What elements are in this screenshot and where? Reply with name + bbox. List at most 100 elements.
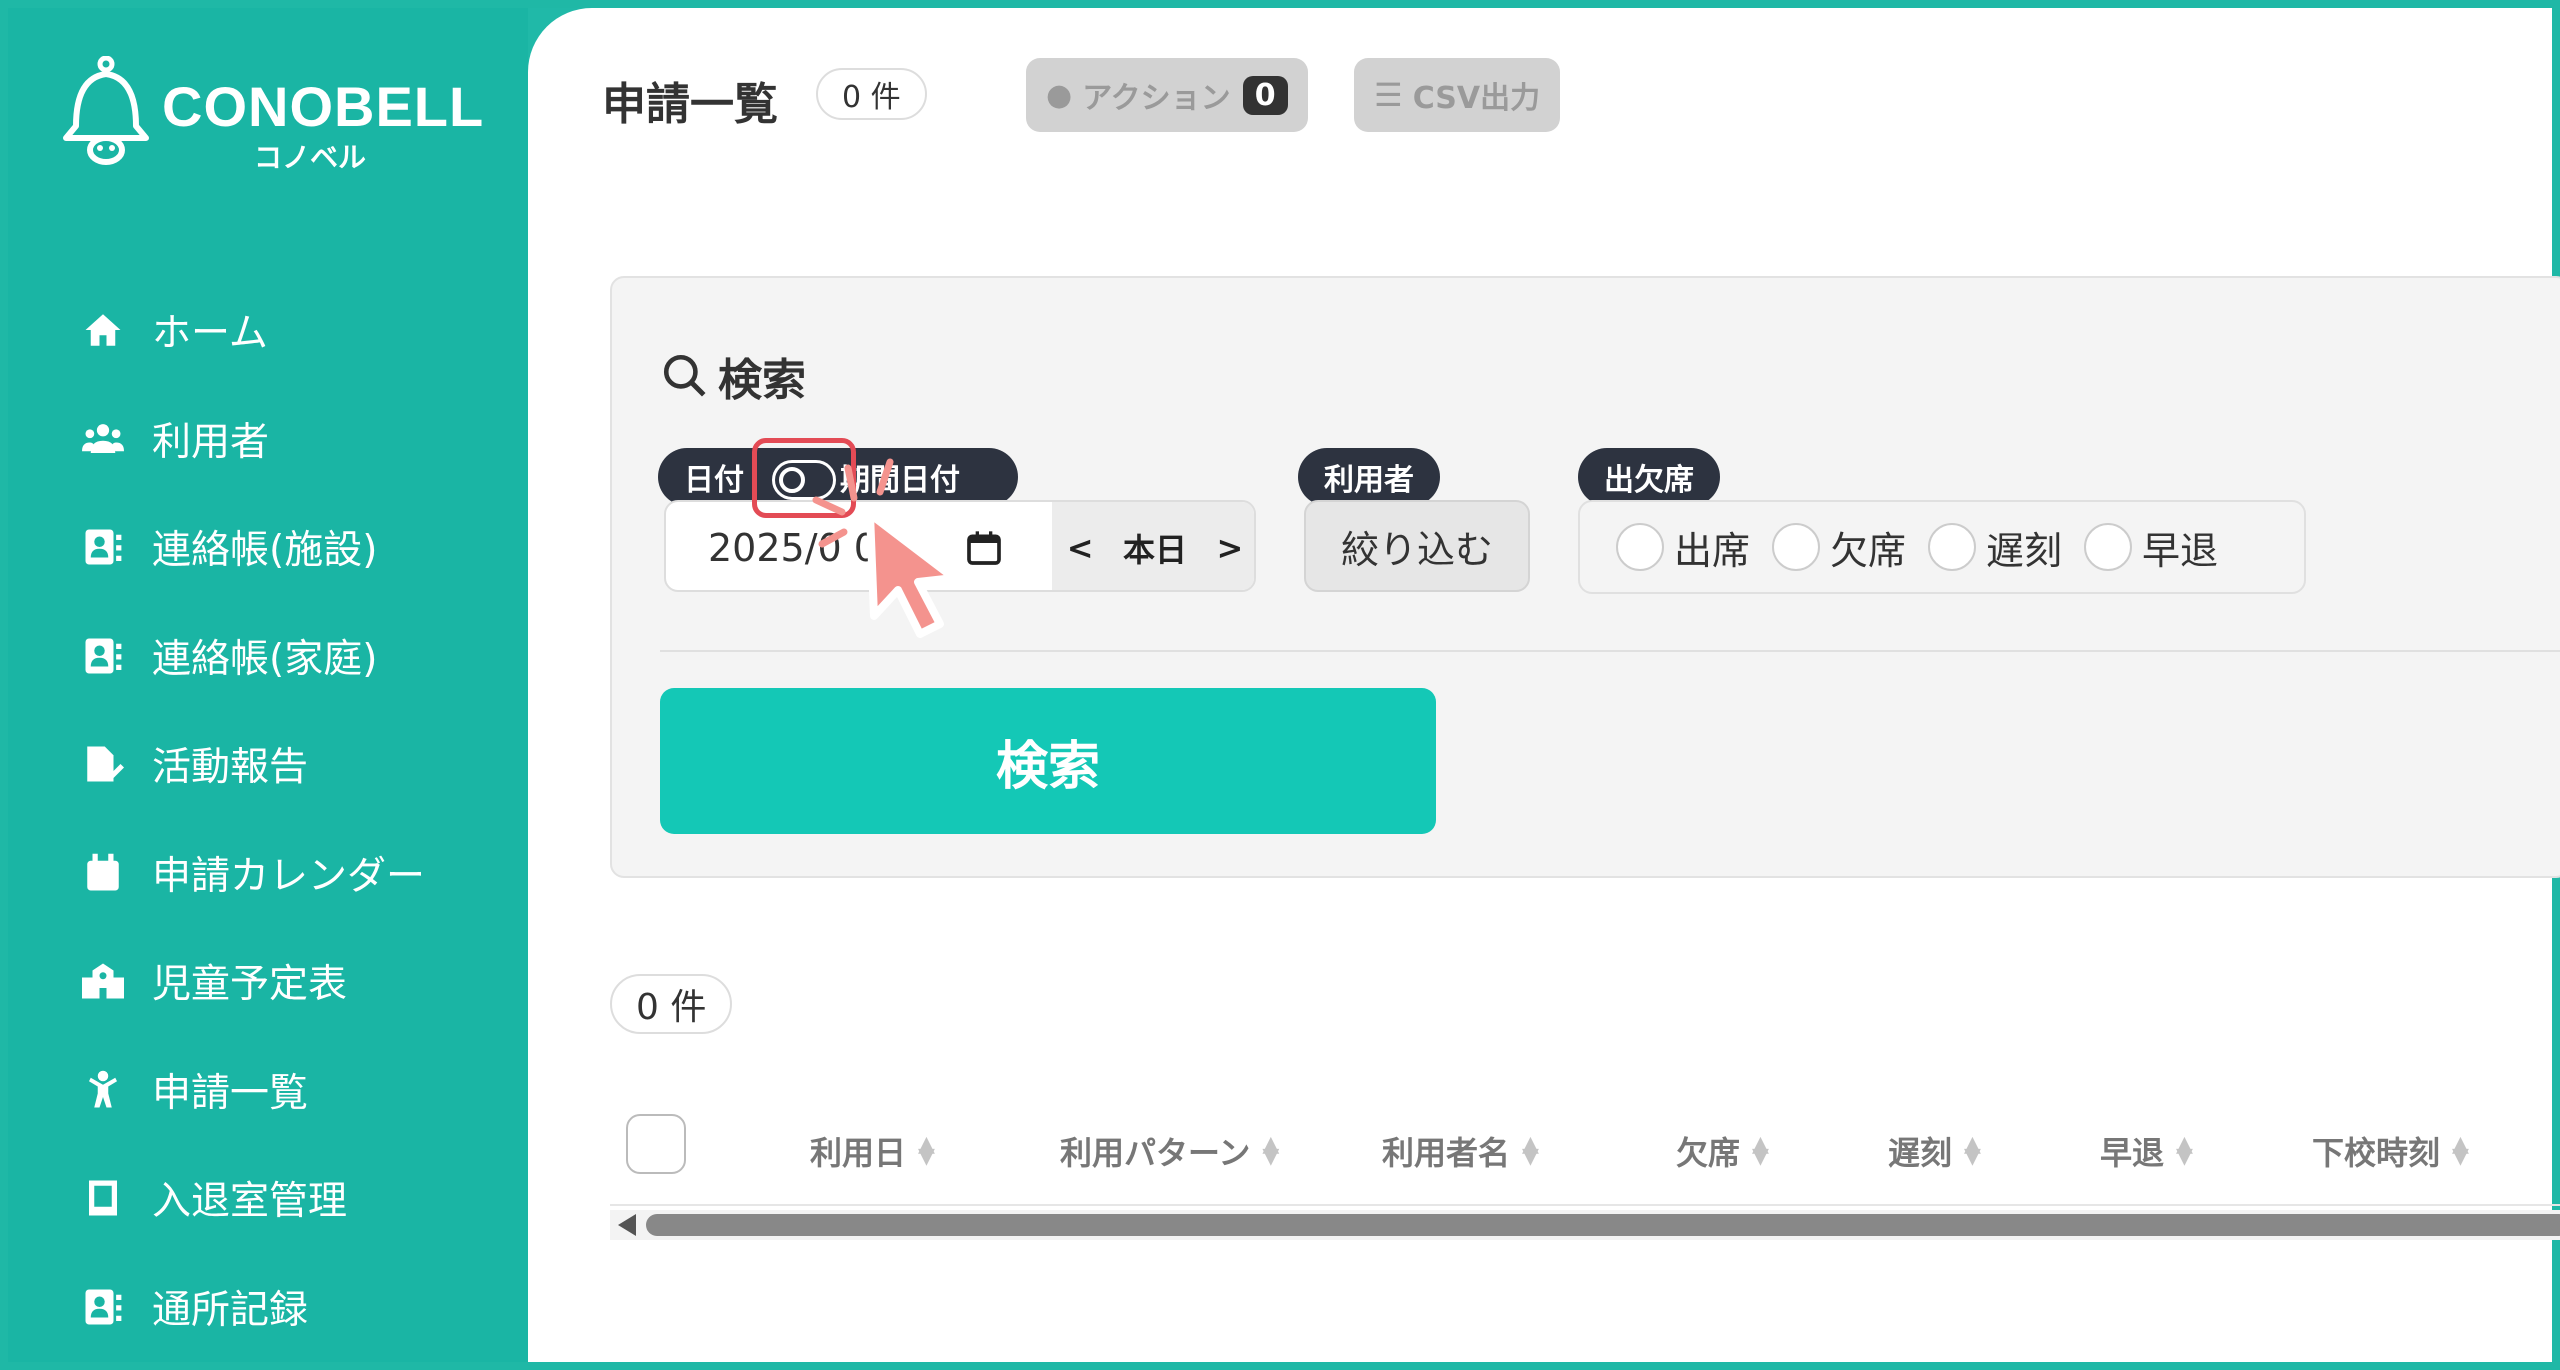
contact-book-icon <box>80 633 126 679</box>
search-heading: 検索 <box>660 344 806 408</box>
column-label: 利用パターン <box>1060 1134 1251 1172</box>
sidebar-item-label: 入退室管理 <box>152 1179 348 1225</box>
sidebar-nav: ホーム 利用者 連絡帳(施設) 連絡帳(家庭) 活動報告 申請カレンダー 児童予… <box>8 276 528 1361</box>
column-label: 利用日 <box>810 1134 907 1172</box>
pointer-cursor-icon <box>812 458 958 638</box>
list-icon: ☰ <box>1374 76 1403 114</box>
page-title: 申請一覧 <box>602 79 778 130</box>
sidebar-item-label: 活動報告 <box>152 745 309 791</box>
radio-circle[interactable] <box>1616 523 1664 571</box>
radio-circle[interactable] <box>2084 523 2133 571</box>
column-header-late[interactable]: 遅刻 ▲ ▼ <box>1888 1128 1981 1174</box>
users-icon <box>80 416 126 462</box>
attendance-option-late[interactable]: 遅刻 <box>1928 520 2062 575</box>
column-label: 遅刻 <box>1888 1134 1953 1172</box>
flame-icon: ● <box>1046 77 1073 113</box>
search-icon <box>663 354 706 397</box>
sidebar-item-activity-report[interactable]: 活動報告 <box>8 710 528 819</box>
radio-circle[interactable] <box>1928 523 1977 571</box>
contact-book-icon <box>80 1284 126 1330</box>
sidebar-item-entry-exit[interactable]: 入退室管理 <box>8 1144 528 1253</box>
header-count-badge: 0 件 <box>816 68 927 120</box>
sidebar-item-label: 児童予定表 <box>152 962 348 1008</box>
column-header-early-leave[interactable]: 早退 ▲ ▼ <box>2100 1128 2193 1174</box>
user-filter-button[interactable]: 絞り込む <box>1304 500 1530 592</box>
date-tag-label: 日付 <box>684 463 744 498</box>
contact-book-icon <box>80 524 126 570</box>
sidebar-item-label: 連絡帳(施設) <box>152 528 378 574</box>
date-nav: < 本日 > <box>1052 502 1254 590</box>
scroll-left-arrow-icon[interactable] <box>618 1214 636 1236</box>
attendance-option-label: 出席 <box>1674 528 1751 573</box>
attendance-option-absent[interactable]: 欠席 <box>1772 520 1906 575</box>
logo[interactable]: CONOBELL コノベル <box>56 56 483 176</box>
sidebar-item-request-calendar[interactable]: 申請カレンダー <box>8 819 528 928</box>
chevron-right-icon[interactable]: > <box>1216 529 1243 567</box>
sidebar-item-users[interactable]: 利用者 <box>8 385 528 494</box>
attendance-tag: 出欠席 <box>1578 448 1720 506</box>
column-header-leave-time[interactable]: 下校時刻 ▲ ▼ <box>2312 1128 2469 1174</box>
sort-icon: ▲ ▼ <box>2452 1132 2469 1169</box>
column-header-usage-pattern[interactable]: 利用パターン ▲ ▼ <box>1060 1128 1279 1174</box>
sort-icon: ▲ ▼ <box>1522 1132 1539 1169</box>
attendance-option-label: 欠席 <box>1830 528 1907 573</box>
sort-icon: ▲ ▼ <box>1964 1132 1981 1169</box>
toggle-knob <box>779 467 805 493</box>
radio-circle[interactable] <box>1772 523 1821 571</box>
main-content: 申請一覧 0 件 ● アクション 0 ☰ CSV出力 検索 日付 期間日付 20… <box>528 8 2560 1362</box>
attendance-options: 出席 欠席 遅刻 早退 <box>1578 500 2306 594</box>
sidebar-item-attendance-record[interactable]: 通所記録 <box>8 1253 528 1362</box>
column-label: 下校時刻 <box>2312 1134 2441 1172</box>
sidebar-item-label: 利用者 <box>152 419 270 465</box>
action-badge: 0 <box>1242 75 1288 115</box>
column-header-usage-date[interactable]: 利用日 ▲ ▼ <box>810 1128 935 1174</box>
column-label: 利用者名 <box>1382 1134 1511 1172</box>
sidebar: CONOBELL コノベル ホーム 利用者 連絡帳(施設) 連絡帳(家庭) 活動… <box>8 8 528 1362</box>
bell-logo-icon <box>63 56 149 165</box>
chevron-left-icon[interactable]: < <box>1067 529 1094 567</box>
horizontal-scrollbar[interactable] <box>610 1210 2560 1240</box>
sidebar-item-home[interactable]: ホーム <box>8 276 528 385</box>
sidebar-item-label: ホーム <box>152 311 268 357</box>
csv-export-button[interactable]: ☰ CSV出力 <box>1354 58 1561 132</box>
column-header-absent[interactable]: 欠席 ▲ ▼ <box>1676 1128 1769 1174</box>
tablet-icon <box>80 1175 126 1221</box>
calendar-icon <box>80 850 126 896</box>
sort-icon: ▲ ▼ <box>2176 1132 2193 1169</box>
sidebar-item-contact-home[interactable]: 連絡帳(家庭) <box>8 602 528 711</box>
today-button[interactable]: 本日 <box>1123 525 1187 571</box>
sort-icon: ▲ ▼ <box>918 1132 935 1169</box>
csv-label: CSV出力 <box>1412 81 1541 116</box>
brand-name: CONOBELL <box>162 75 485 138</box>
sidebar-item-label: 通所記録 <box>152 1287 309 1333</box>
sidebar-item-label: 申請一覧 <box>152 1070 309 1116</box>
table-header: 利用日 ▲ ▼ 利用パターン ▲ ▼ 利用者名 ▲ ▼ 欠席 ▲ ▼ 遅刻 ▲ ▼ 早退 ▲ ▼ 下校時… <box>610 1106 2560 1206</box>
sidebar-item-request-list[interactable]: 申請一覧 <box>8 1036 528 1145</box>
attendance-option-present[interactable]: 出席 <box>1616 520 1750 575</box>
result-count-badge: 0 件 <box>610 974 733 1034</box>
scroll-thumb[interactable] <box>646 1214 2560 1236</box>
sort-icon: ▲ ▼ <box>1262 1132 1280 1169</box>
sidebar-item-label: 申請カレンダー <box>152 853 426 899</box>
sort-icon: ▲ ▼ <box>1752 1132 1769 1169</box>
action-button[interactable]: ● アクション 0 <box>1026 58 1308 132</box>
search-submit-button[interactable]: 検索 <box>660 688 1436 834</box>
select-all-checkbox[interactable] <box>626 1114 686 1174</box>
column-header-user-name[interactable]: 利用者名 ▲ ▼ <box>1382 1128 1539 1174</box>
user-tag: 利用者 <box>1298 448 1440 506</box>
sidebar-item-label: 連絡帳(家庭) <box>152 636 378 682</box>
column-label: 早退 <box>2100 1134 2165 1172</box>
column-label: 欠席 <box>1676 1134 1741 1172</box>
child-icon <box>80 1067 126 1113</box>
attendance-option-label: 遅刻 <box>1986 528 2063 573</box>
school-icon <box>80 958 126 1004</box>
attendance-option-early-leave[interactable]: 早退 <box>2084 520 2218 575</box>
brand-sub: コノベル <box>254 141 367 174</box>
action-label: アクション <box>1082 81 1231 116</box>
search-heading-label: 検索 <box>718 355 806 406</box>
attendance-option-label: 早退 <box>2142 528 2219 573</box>
sidebar-item-contact-facility[interactable]: 連絡帳(施設) <box>8 493 528 602</box>
sidebar-item-child-schedule[interactable]: 児童予定表 <box>8 927 528 1036</box>
home-icon <box>80 307 126 353</box>
document-edit-icon <box>80 741 126 787</box>
